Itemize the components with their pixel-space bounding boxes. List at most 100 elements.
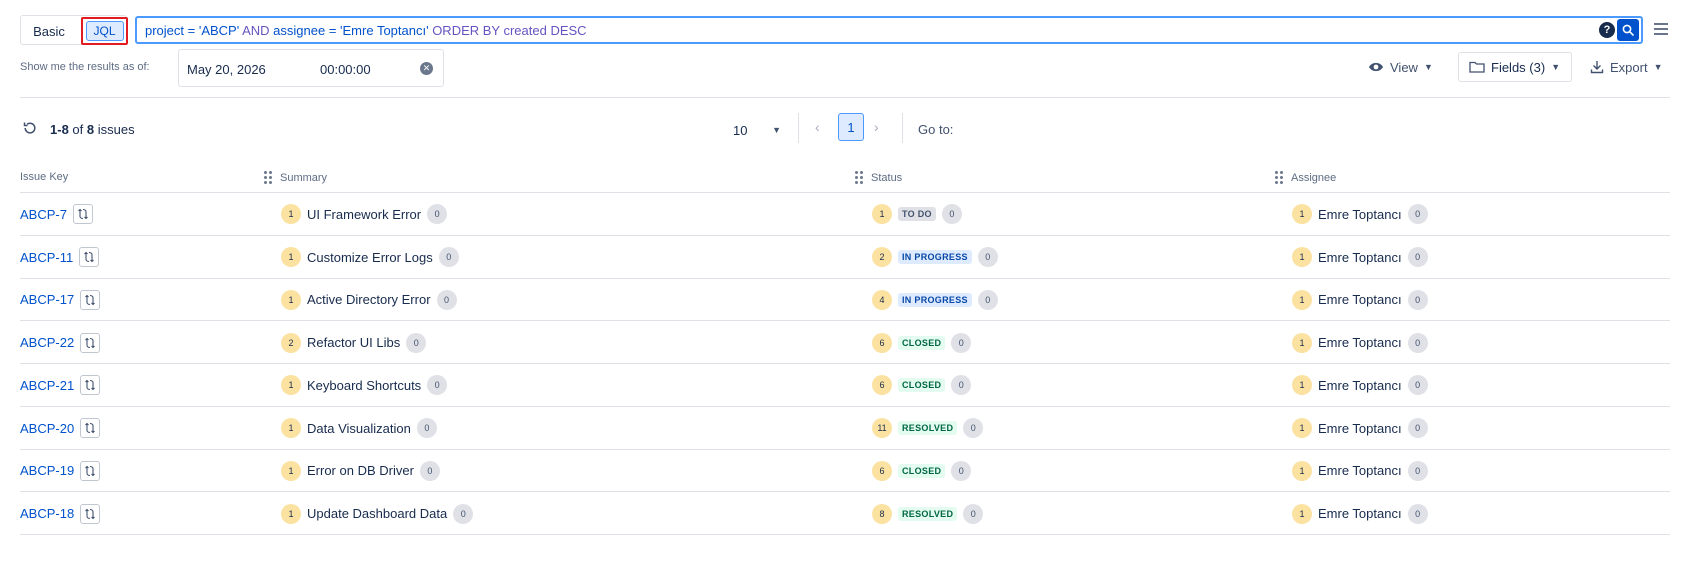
cell-status: 1 TO DO 0	[872, 193, 962, 236]
change-count-badge[interactable]: 1	[281, 289, 301, 310]
branch-icon	[85, 380, 96, 391]
drag-handle-icon[interactable]	[264, 171, 272, 184]
mode-jql-button[interactable]: JQL	[85, 21, 124, 41]
table-row[interactable]: ABCP-7 1 UI Framework Error 0 1 TO DO 0 1 Emre T…	[20, 193, 1670, 236]
table-row[interactable]: ABCP-11 1 Customize Error Logs 0 2 IN PROGRES…	[20, 236, 1670, 279]
zero-count-badge: 0	[438, 247, 459, 268]
zero-count-badge: 0	[1407, 503, 1428, 524]
refresh-icon[interactable]	[22, 120, 38, 136]
view-history-button[interactable]	[80, 289, 101, 310]
drag-handle-icon[interactable]	[855, 171, 863, 184]
drag-handle-icon[interactable]	[1275, 171, 1283, 184]
zero-count-badge: 0	[977, 289, 998, 310]
change-count-badge[interactable]: 6	[872, 460, 892, 481]
mode-basic-button[interactable]: Basic	[28, 20, 70, 42]
table-row[interactable]: ABCP-22 2 Refactor UI Libs 0 6 CLOSED 0 1 Emre T…	[20, 321, 1670, 364]
table-row[interactable]: ABCP-18 1 Update Dashboard Data 0 8 RESOLVED 0…	[20, 492, 1670, 535]
change-count-badge[interactable]: 8	[872, 503, 892, 524]
change-count-badge[interactable]: 2	[281, 332, 301, 353]
jql-help-icon[interactable]: ?	[1599, 22, 1615, 38]
change-count-badge[interactable]: 1	[281, 418, 301, 439]
zero-count-badge: 0	[951, 375, 972, 396]
view-history-button[interactable]	[80, 375, 101, 396]
change-count-badge[interactable]: 11	[872, 418, 892, 439]
change-count-badge[interactable]: 1	[281, 460, 301, 481]
zero-count-badge: 0	[977, 247, 998, 268]
change-count-badge[interactable]: 1	[1292, 289, 1312, 310]
branch-icon	[85, 337, 96, 348]
view-history-button[interactable]	[80, 332, 101, 353]
change-count-badge[interactable]: 1	[1292, 418, 1312, 439]
hamburger-menu-icon[interactable]	[1652, 20, 1670, 38]
change-count-badge[interactable]: 1	[1292, 332, 1312, 353]
status-lozenge: IN PROGRESS	[898, 250, 972, 265]
table-row[interactable]: ABCP-17 1 Active Directory Error 0 4 IN PROGR…	[20, 279, 1670, 322]
chevron-down-icon: ▼	[1551, 62, 1561, 72]
search-button[interactable]	[1617, 19, 1639, 41]
folder-icon	[1469, 61, 1485, 73]
export-button[interactable]: Export ▼	[1590, 52, 1663, 82]
summary-text: Data Visualization	[307, 420, 411, 436]
change-count-badge[interactable]: 6	[872, 375, 892, 396]
assignee-name: Emre Toptancı	[1318, 420, 1402, 436]
issue-key-link[interactable]: ABCP-21	[20, 378, 74, 393]
page-button-current[interactable]: 1	[838, 113, 864, 141]
issue-key-link[interactable]: ABCP-19	[20, 463, 74, 478]
branch-icon	[85, 294, 96, 306]
clear-icon[interactable]: ✕	[420, 62, 433, 75]
issue-key-link[interactable]: ABCP-20	[20, 421, 74, 436]
change-count-badge[interactable]: 1	[1292, 204, 1312, 225]
issue-key-link[interactable]: ABCP-17	[20, 292, 74, 307]
next-page-icon[interactable]: ›	[874, 119, 879, 135]
asof-picker[interactable]: May 20, 2026 00:00:00 ✕	[178, 49, 444, 87]
view-history-button[interactable]	[72, 204, 93, 225]
issue-key-link[interactable]: ABCP-18	[20, 506, 74, 521]
table-row[interactable]: ABCP-21 1 Keyboard Shortcuts 0 6 CLOSED 0 1 Emre…	[20, 364, 1670, 407]
cell-summary: 1 Customize Error Logs 0	[281, 236, 459, 279]
asof-date-field[interactable]: May 20, 2026	[187, 62, 266, 77]
previous-page-icon[interactable]: ‹	[815, 119, 820, 135]
column-header-summary[interactable]: Summary	[264, 171, 327, 184]
change-count-badge[interactable]: 1	[1292, 375, 1312, 396]
cell-summary: 1 UI Framework Error 0	[281, 193, 448, 236]
column-header-key[interactable]: Issue Key	[20, 171, 68, 183]
view-history-button[interactable]	[80, 460, 101, 481]
issue-key-link[interactable]: ABCP-7	[20, 207, 67, 222]
status-lozenge: CLOSED	[898, 378, 946, 393]
change-count-badge[interactable]: 1	[281, 204, 301, 225]
header-divider	[20, 97, 1670, 98]
assignee-name: Emre Toptancı	[1318, 249, 1402, 265]
goto-label[interactable]: Go to:	[918, 122, 953, 137]
jql-clause-assignee: assignee = 'Emre Toptancı'	[273, 22, 429, 38]
issue-key-link[interactable]: ABCP-11	[20, 250, 73, 265]
page-size-select[interactable]: 10 ▼	[733, 120, 781, 140]
change-count-badge[interactable]: 1	[281, 375, 301, 396]
zero-count-badge: 0	[951, 460, 972, 481]
change-count-badge[interactable]: 1	[281, 503, 301, 524]
change-count-badge[interactable]: 1	[872, 204, 892, 225]
change-count-badge[interactable]: 6	[872, 332, 892, 353]
summary-text: Refactor UI Libs	[307, 335, 401, 351]
status-lozenge: RESOLVED	[898, 421, 958, 436]
change-count-badge[interactable]: 2	[872, 247, 892, 268]
zero-count-badge: 0	[963, 418, 984, 439]
column-header-assignee[interactable]: Assignee	[1275, 171, 1336, 184]
fields-button[interactable]: Fields (3) ▼	[1458, 52, 1572, 82]
change-count-badge[interactable]: 1	[1292, 247, 1312, 268]
change-count-badge[interactable]: 1	[281, 247, 301, 268]
view-history-button[interactable]	[80, 418, 101, 439]
view-button[interactable]: View ▼	[1368, 52, 1433, 82]
issue-key-link[interactable]: ABCP-22	[20, 335, 74, 350]
jql-input[interactable]: project = 'ABCP' AND assignee = 'Emre To…	[135, 16, 1643, 44]
view-history-button[interactable]	[79, 247, 100, 268]
asof-time-field[interactable]: 00:00:00	[320, 62, 371, 77]
cell-status: 6 CLOSED 0	[872, 450, 972, 493]
change-count-badge[interactable]: 1	[1292, 460, 1312, 481]
view-history-button[interactable]	[80, 503, 101, 524]
change-count-badge[interactable]: 1	[1292, 503, 1312, 524]
change-count-badge[interactable]: 4	[872, 289, 892, 310]
assignee-name: Emre Toptancı	[1318, 377, 1402, 393]
column-header-status[interactable]: Status	[855, 171, 902, 184]
table-row[interactable]: ABCP-19 1 Error on DB Driver 0 6 CLOSED 0 1 Emre…	[20, 450, 1670, 493]
table-row[interactable]: ABCP-20 1 Data Visualization 0 11 RESOLVED 0 1 E…	[20, 407, 1670, 450]
